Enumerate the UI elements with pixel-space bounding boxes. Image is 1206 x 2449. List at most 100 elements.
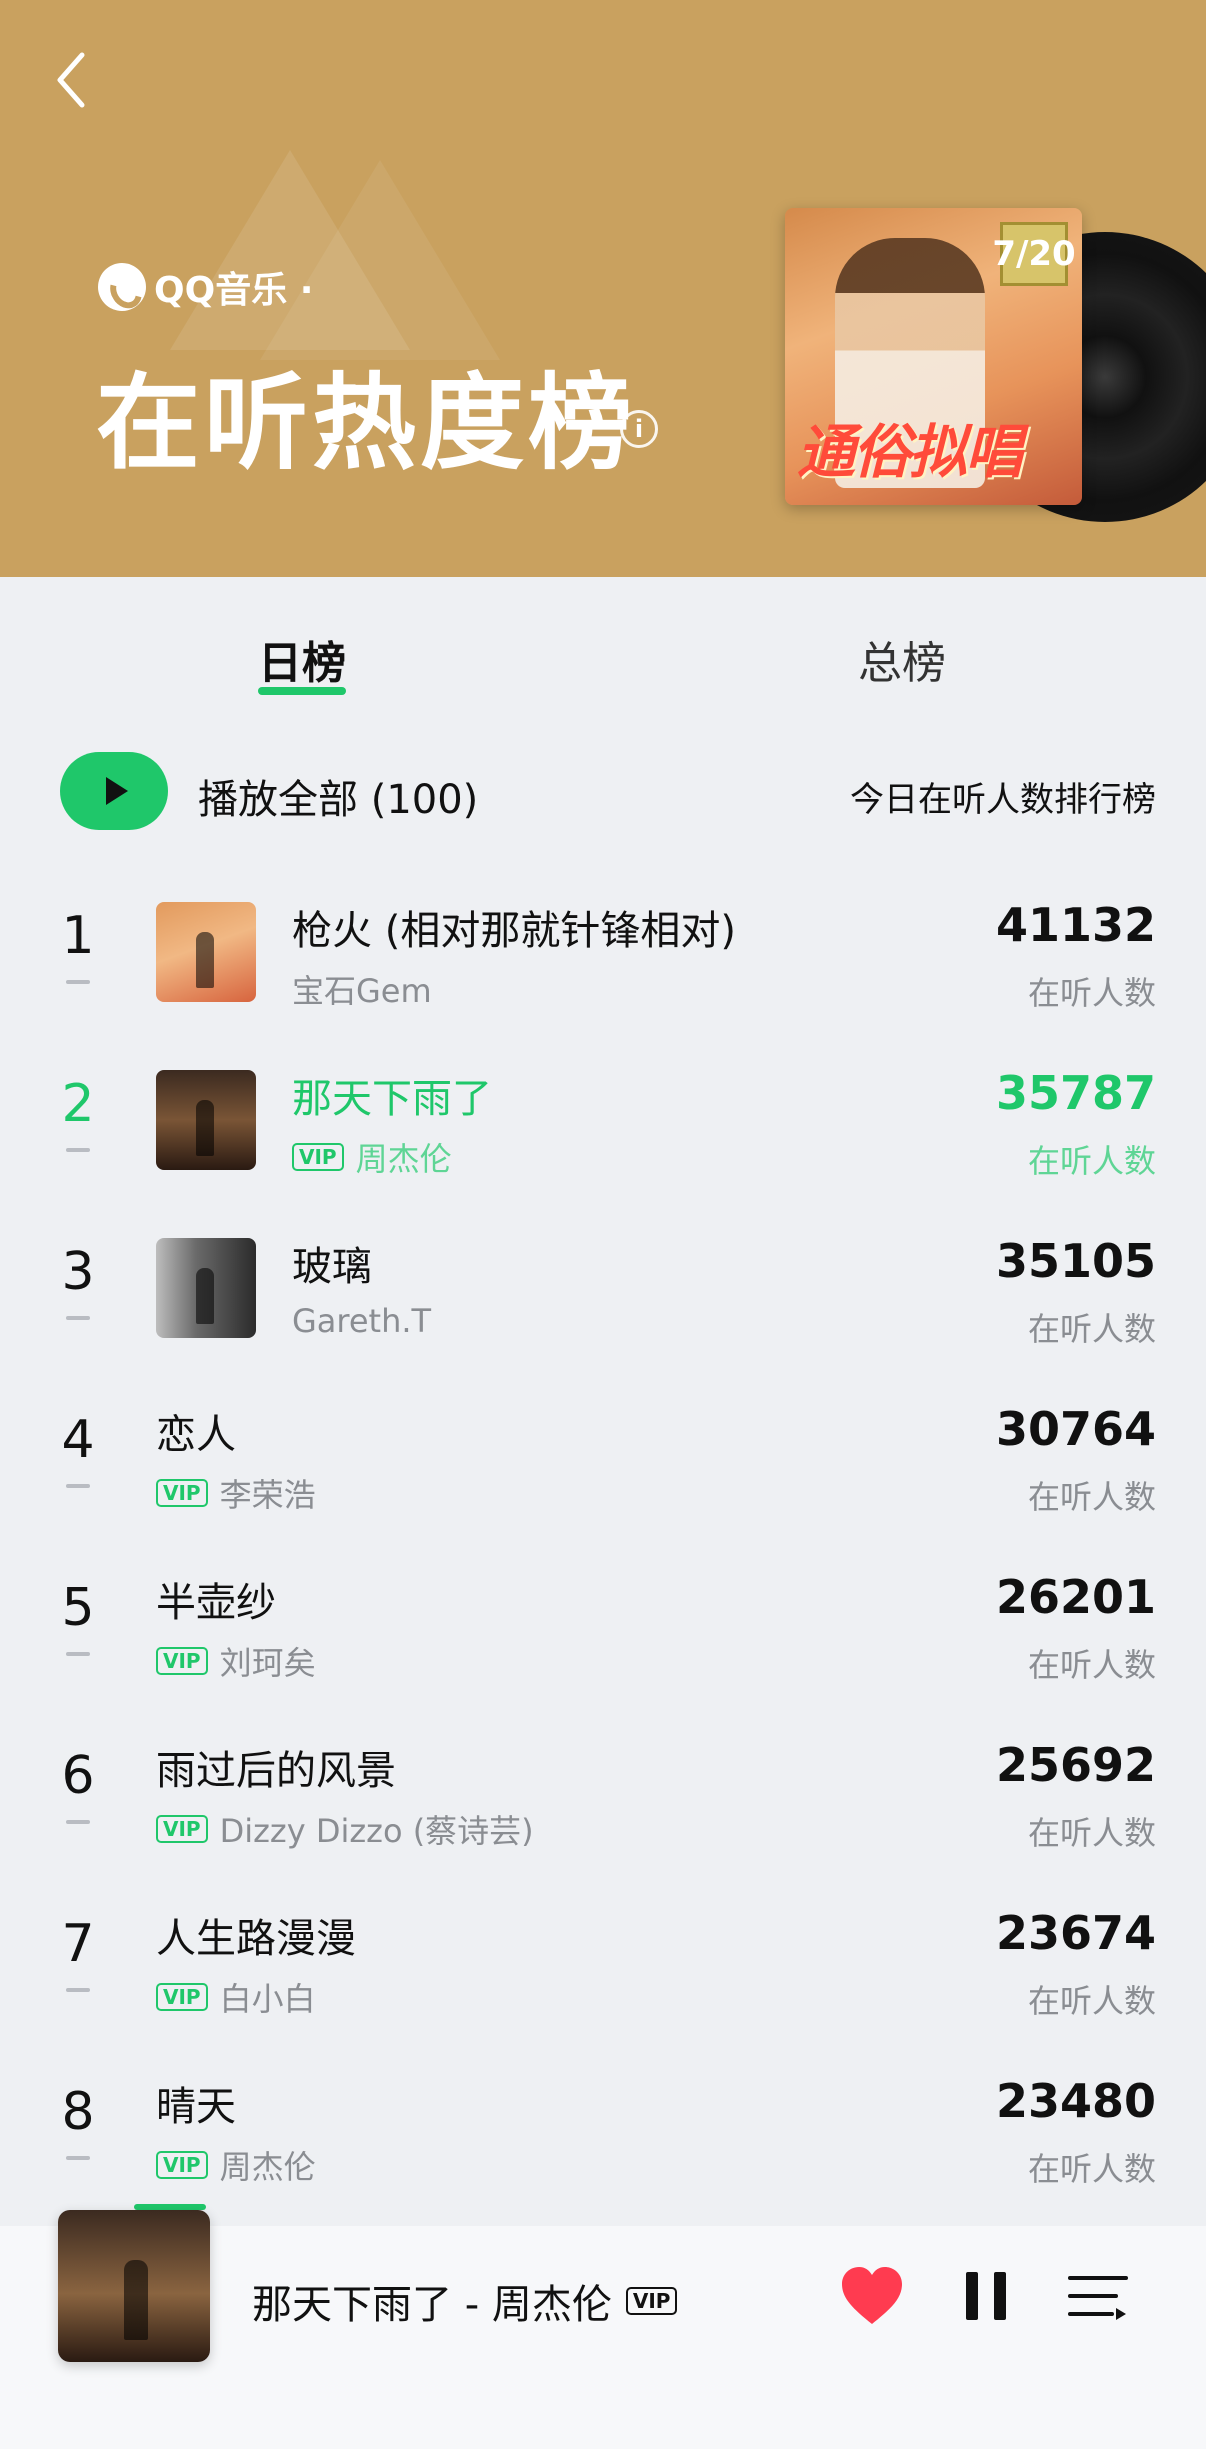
chart-description: 今日在听人数排行榜 [850, 780, 1156, 820]
heart-icon [842, 2267, 902, 2324]
song-meta: VIP 白小白 [156, 1974, 316, 2020]
rank-change-indicator [66, 1148, 90, 1152]
vip-badge: VIP [292, 1143, 344, 1171]
song-meta: 宝石Gem [292, 966, 432, 1012]
song-title: 那天下雨了 [292, 1076, 492, 1122]
vip-badge: VIP [156, 1647, 208, 1675]
song-title: 雨过后的风景 [156, 1748, 396, 1794]
listener-count: 23480 [995, 2074, 1156, 2128]
info-icon[interactable]: i [620, 410, 658, 448]
song-meta: VIP 李荣浩 [156, 1470, 316, 1516]
pause-icon-bar [966, 2272, 978, 2320]
listener-count-label: 在听人数 [1027, 974, 1156, 1012]
listener-count-label: 在听人数 [1027, 1478, 1156, 1516]
vip-badge: VIP [156, 2151, 208, 2179]
listener-count: 41132 [995, 898, 1156, 952]
song-title: 人生路漫漫 [156, 1916, 356, 1962]
rank-change-indicator [66, 1820, 90, 1824]
like-button[interactable] [838, 2264, 906, 2328]
tab-active-indicator [258, 687, 346, 695]
rank-change-indicator [66, 1316, 90, 1320]
brand-label: QQ音乐 · [154, 270, 314, 311]
rank-number: 7 [61, 1914, 95, 1974]
chart-header: QQ音乐 · 在听热度榜 i 7/20 通俗拟唱 [0, 0, 1206, 577]
song-thumbnail [156, 902, 256, 1002]
now-playing[interactable]: 那天下雨了 - 周杰伦 VIP [252, 2272, 678, 2330]
qq-music-brand: QQ音乐 · [98, 262, 313, 312]
rank-number: 2 [61, 1074, 95, 1134]
song-row[interactable]: 4 恋人 VIP 李荣浩 30764 在听人数 [0, 1374, 1206, 1542]
song-title: 恋人 [156, 1412, 236, 1458]
song-meta: VIP 周杰伦 [156, 2142, 316, 2188]
song-row[interactable]: 6 雨过后的风景 VIP Dizzy Dizzo (蔡诗芸) 25692 在听人数 [0, 1710, 1206, 1878]
song-artist: Gareth.T [292, 1302, 432, 1340]
song-row[interactable]: 1 枪火 (相对那就针锋相对) 宝石Gem 41132 在听人数 [0, 870, 1206, 1038]
cover-date-tag: 7/20 [992, 222, 1076, 286]
chart-tabs: 日榜 总榜 [0, 577, 1206, 717]
rank-number: 4 [61, 1410, 95, 1470]
cover-figure [124, 2260, 148, 2340]
thumbnail-figure [196, 932, 214, 988]
listener-count: 23674 [995, 1906, 1156, 1960]
tab-overall[interactable]: 总榜 [858, 627, 946, 691]
song-row[interactable]: 5 半壶纱 VIP 刘珂矣 26201 在听人数 [0, 1542, 1206, 1710]
back-button[interactable] [46, 45, 106, 115]
pause-button[interactable] [962, 2266, 1010, 2326]
page-title: 在听热度榜 [96, 362, 637, 484]
play-all-label[interactable]: 播放全部 (100) [198, 767, 478, 825]
listener-count: 26201 [995, 1570, 1156, 1624]
vip-badge: VIP [625, 2287, 678, 2315]
album-cover: 7/20 通俗拟唱 [785, 208, 1082, 505]
song-thumbnail [156, 1070, 256, 1170]
song-meta: Gareth.T [292, 1302, 431, 1340]
song-artist: 李荣浩 [219, 1476, 316, 1514]
player-album-cover[interactable] [58, 2210, 210, 2362]
listener-count: 25692 [995, 1738, 1156, 1792]
rank-change-indicator [66, 1484, 90, 1488]
rank-number: 6 [61, 1746, 95, 1806]
listener-count-label: 在听人数 [1027, 1310, 1156, 1348]
listener-count-label: 在听人数 [1027, 1982, 1156, 2020]
vip-badge: VIP [156, 1479, 208, 1507]
cover-title: 通俗拟唱 [797, 418, 1023, 486]
pause-icon-bar [994, 2272, 1006, 2320]
chevron-left-icon [57, 52, 85, 108]
song-artist: 宝石Gem [292, 972, 432, 1010]
listener-count: 30764 [995, 1402, 1156, 1456]
rank-number: 8 [61, 2082, 95, 2142]
rank-change-indicator [66, 1652, 90, 1656]
listener-count: 35787 [995, 1066, 1156, 1120]
song-row[interactable]: 2 那天下雨了 VIP 周杰伦 35787 在听人数 [0, 1038, 1206, 1206]
song-artist: 周杰伦 [355, 1140, 452, 1178]
song-row[interactable]: 7 人生路漫漫 VIP 白小白 23674 在听人数 [0, 1878, 1206, 2046]
rank-number: 5 [61, 1578, 95, 1638]
song-title: 枪火 (相对那就针锋相对) [292, 908, 736, 954]
song-row[interactable]: 3 玻璃 Gareth.T 35105 在听人数 [0, 1206, 1206, 1374]
vip-badge: VIP [156, 1983, 208, 2011]
tab-daily[interactable]: 日榜 [258, 627, 346, 691]
decor-triangle [260, 160, 500, 360]
thumbnail-figure [196, 1268, 214, 1324]
song-row[interactable]: 8 晴天 VIP 周杰伦 23480 在听人数 [0, 2046, 1206, 2214]
listener-count: 35105 [995, 1234, 1156, 1288]
vip-badge: VIP [156, 1815, 208, 1843]
song-artist: 周杰伦 [219, 2148, 316, 2186]
song-title: 玻璃 [292, 1244, 372, 1290]
play-icon [106, 777, 128, 805]
rank-change-indicator [66, 980, 90, 984]
listener-count-label: 在听人数 [1027, 1142, 1156, 1180]
playlist-icon [1068, 2276, 1128, 2320]
song-artist: 刘珂矣 [219, 1644, 316, 1682]
thumbnail-figure [196, 1100, 214, 1156]
listener-count-label: 在听人数 [1027, 1814, 1156, 1852]
rank-number: 1 [61, 906, 95, 966]
playlist-queue-button[interactable] [1068, 2270, 1128, 2324]
song-meta: VIP 周杰伦 [292, 1134, 452, 1180]
rank-number: 3 [61, 1242, 95, 1302]
song-meta: VIP Dizzy Dizzo (蔡诗芸) [156, 1806, 534, 1852]
play-all-button[interactable] [60, 752, 168, 830]
rank-change-indicator [66, 2156, 90, 2160]
qq-music-logo-icon [98, 263, 146, 311]
song-title: 晴天 [156, 2084, 236, 2130]
listener-count-label: 在听人数 [1027, 1646, 1156, 1684]
